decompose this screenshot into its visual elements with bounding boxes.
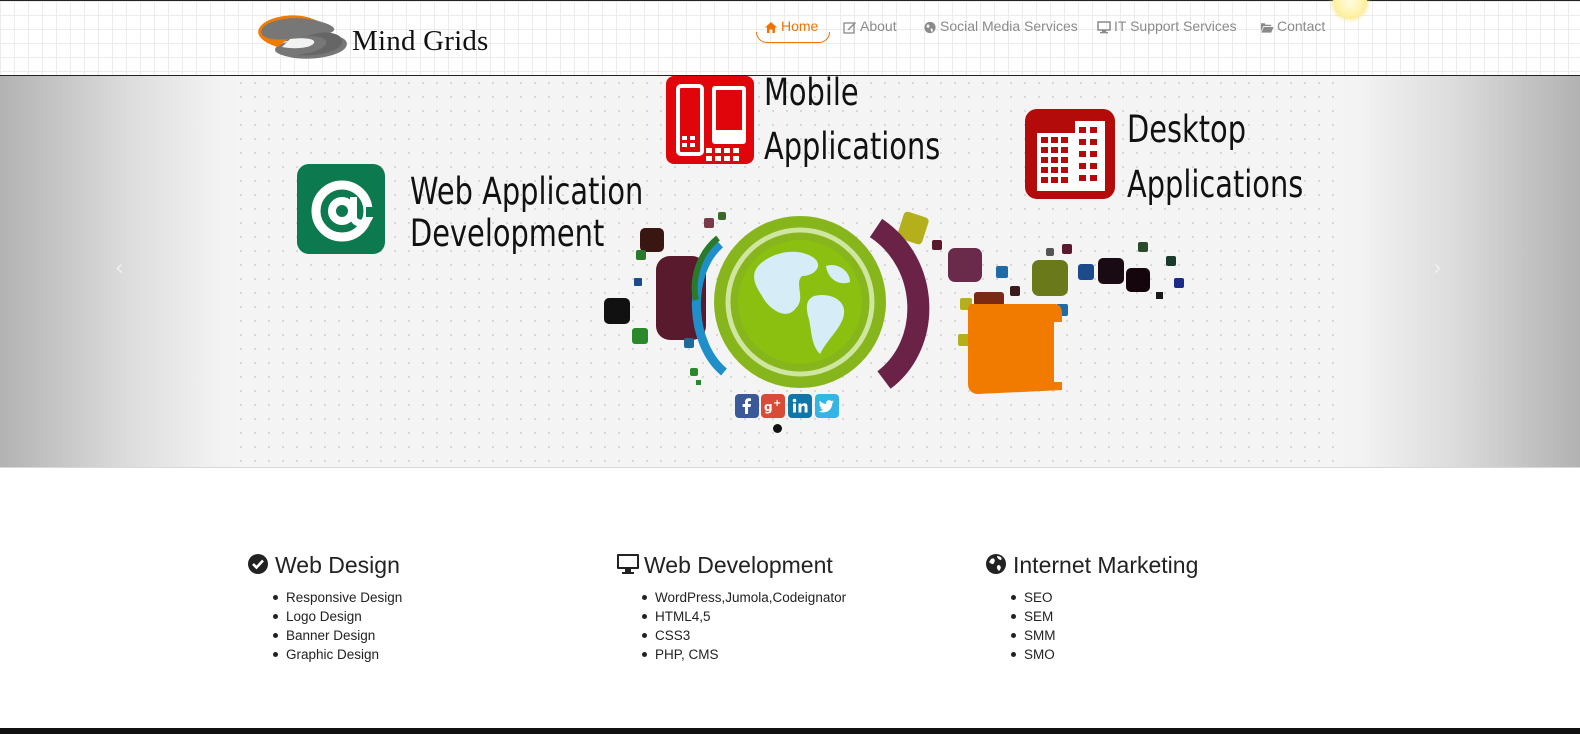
mobile-devices-icon [666, 76, 754, 164]
nav-contact-label: Contact [1277, 18, 1326, 34]
carousel-prev-button[interactable]: ‹ [115, 256, 124, 281]
list-item: SMO [1011, 645, 1325, 664]
feature-internet-marketing-title: Internet Marketing [1013, 552, 1199, 578]
svg-text:g: g [764, 400, 773, 414]
globe-illustration [604, 211, 1184, 394]
feature-web-development-list: WordPress,Jumola,Codeignator HTML4,5 CSS… [642, 588, 956, 664]
check-circle-icon [248, 554, 268, 574]
email-at-icon [297, 164, 385, 254]
list-item: Graphic Design [273, 645, 587, 664]
nav-contact[interactable]: Contact [1260, 13, 1325, 41]
mind-grids-logo-icon [258, 15, 347, 59]
twitter-icon[interactable] [815, 394, 839, 418]
carousel-indicator[interactable] [773, 424, 782, 433]
list-item: Responsive Design [273, 588, 587, 607]
list-item: PHP, CMS [642, 645, 956, 664]
nav-home-label: Home [781, 18, 819, 34]
hero-carousel: Web Application Development Mobile Appli… [0, 76, 1580, 468]
carousel-next-button[interactable]: › [1433, 256, 1442, 281]
edit-icon [843, 21, 856, 34]
nav-it-support-services-label: IT Support Services [1114, 18, 1237, 34]
decorative-glow [1333, 0, 1367, 19]
desktop-title: Desktop Applications [1127, 102, 1303, 212]
globe-icon [924, 21, 936, 33]
list-item: SMM [1011, 626, 1325, 645]
feature-internet-marketing-heading: Internet Marketing [985, 550, 1325, 580]
google-plus-icon[interactable]: g + [761, 394, 785, 418]
list-item: Logo Design [273, 607, 587, 626]
nav-social-media-services-label: Social Media Services [940, 18, 1078, 34]
feature-web-development-heading: Web Development [616, 550, 956, 580]
desktop-icon [617, 554, 639, 574]
social-icons: g + [735, 394, 839, 418]
home-icon [765, 21, 777, 33]
feature-web-design-heading: Web Design [247, 550, 587, 580]
list-item: SEO [1011, 588, 1325, 607]
facebook-icon[interactable] [735, 394, 759, 418]
svg-text:+: + [773, 398, 781, 409]
feature-web-design: Web Design Responsive Design Logo Design… [247, 550, 587, 664]
list-item: HTML4,5 [642, 607, 956, 626]
mobile-title-line-1: Mobile [764, 76, 859, 114]
brand-name: Mind Grids [352, 25, 489, 57]
list-item: SEM [1011, 607, 1325, 626]
feature-internet-marketing: Internet Marketing SEO SEM SMM SMO [985, 550, 1325, 664]
desktop-building-icon [1025, 109, 1115, 199]
nav-home[interactable]: Home [755, 13, 831, 43]
list-item: Banner Design [273, 626, 587, 645]
mobile-title: Mobile Applications [764, 76, 940, 174]
nav-it-support-services[interactable]: IT Support Services [1097, 13, 1237, 41]
mobile-title-line-2: Applications [764, 125, 941, 168]
feature-web-design-list: Responsive Design Logo Design Banner Des… [273, 588, 587, 664]
nav-social-media-services[interactable]: Social Media Services [923, 13, 1078, 41]
folder-open-icon [1260, 23, 1274, 33]
feature-web-development-title: Web Development [644, 552, 833, 578]
monitor-icon [1097, 21, 1111, 34]
site-header: Mind Grids Home About Social Media Servi… [0, 0, 1580, 76]
list-item: WordPress,Jumola,Codeignator [642, 588, 956, 607]
desktop-title-line-1: Desktop [1127, 108, 1247, 151]
globe-icon [986, 554, 1006, 574]
feature-web-design-title: Web Design [275, 552, 400, 578]
feature-web-development: Web Development WordPress,Jumola,Codeign… [616, 550, 956, 664]
nav-about[interactable]: About [843, 13, 897, 41]
feature-internet-marketing-list: SEO SEM SMM SMO [1011, 588, 1325, 664]
nav-about-label: About [860, 18, 897, 34]
carousel-slide: Web Application Development Mobile Appli… [234, 76, 1344, 467]
services-section: Web Design Responsive Design Logo Design… [0, 470, 1580, 728]
linkedin-icon[interactable] [788, 394, 812, 418]
footer-bar [0, 728, 1580, 734]
list-item: CSS3 [642, 626, 956, 645]
